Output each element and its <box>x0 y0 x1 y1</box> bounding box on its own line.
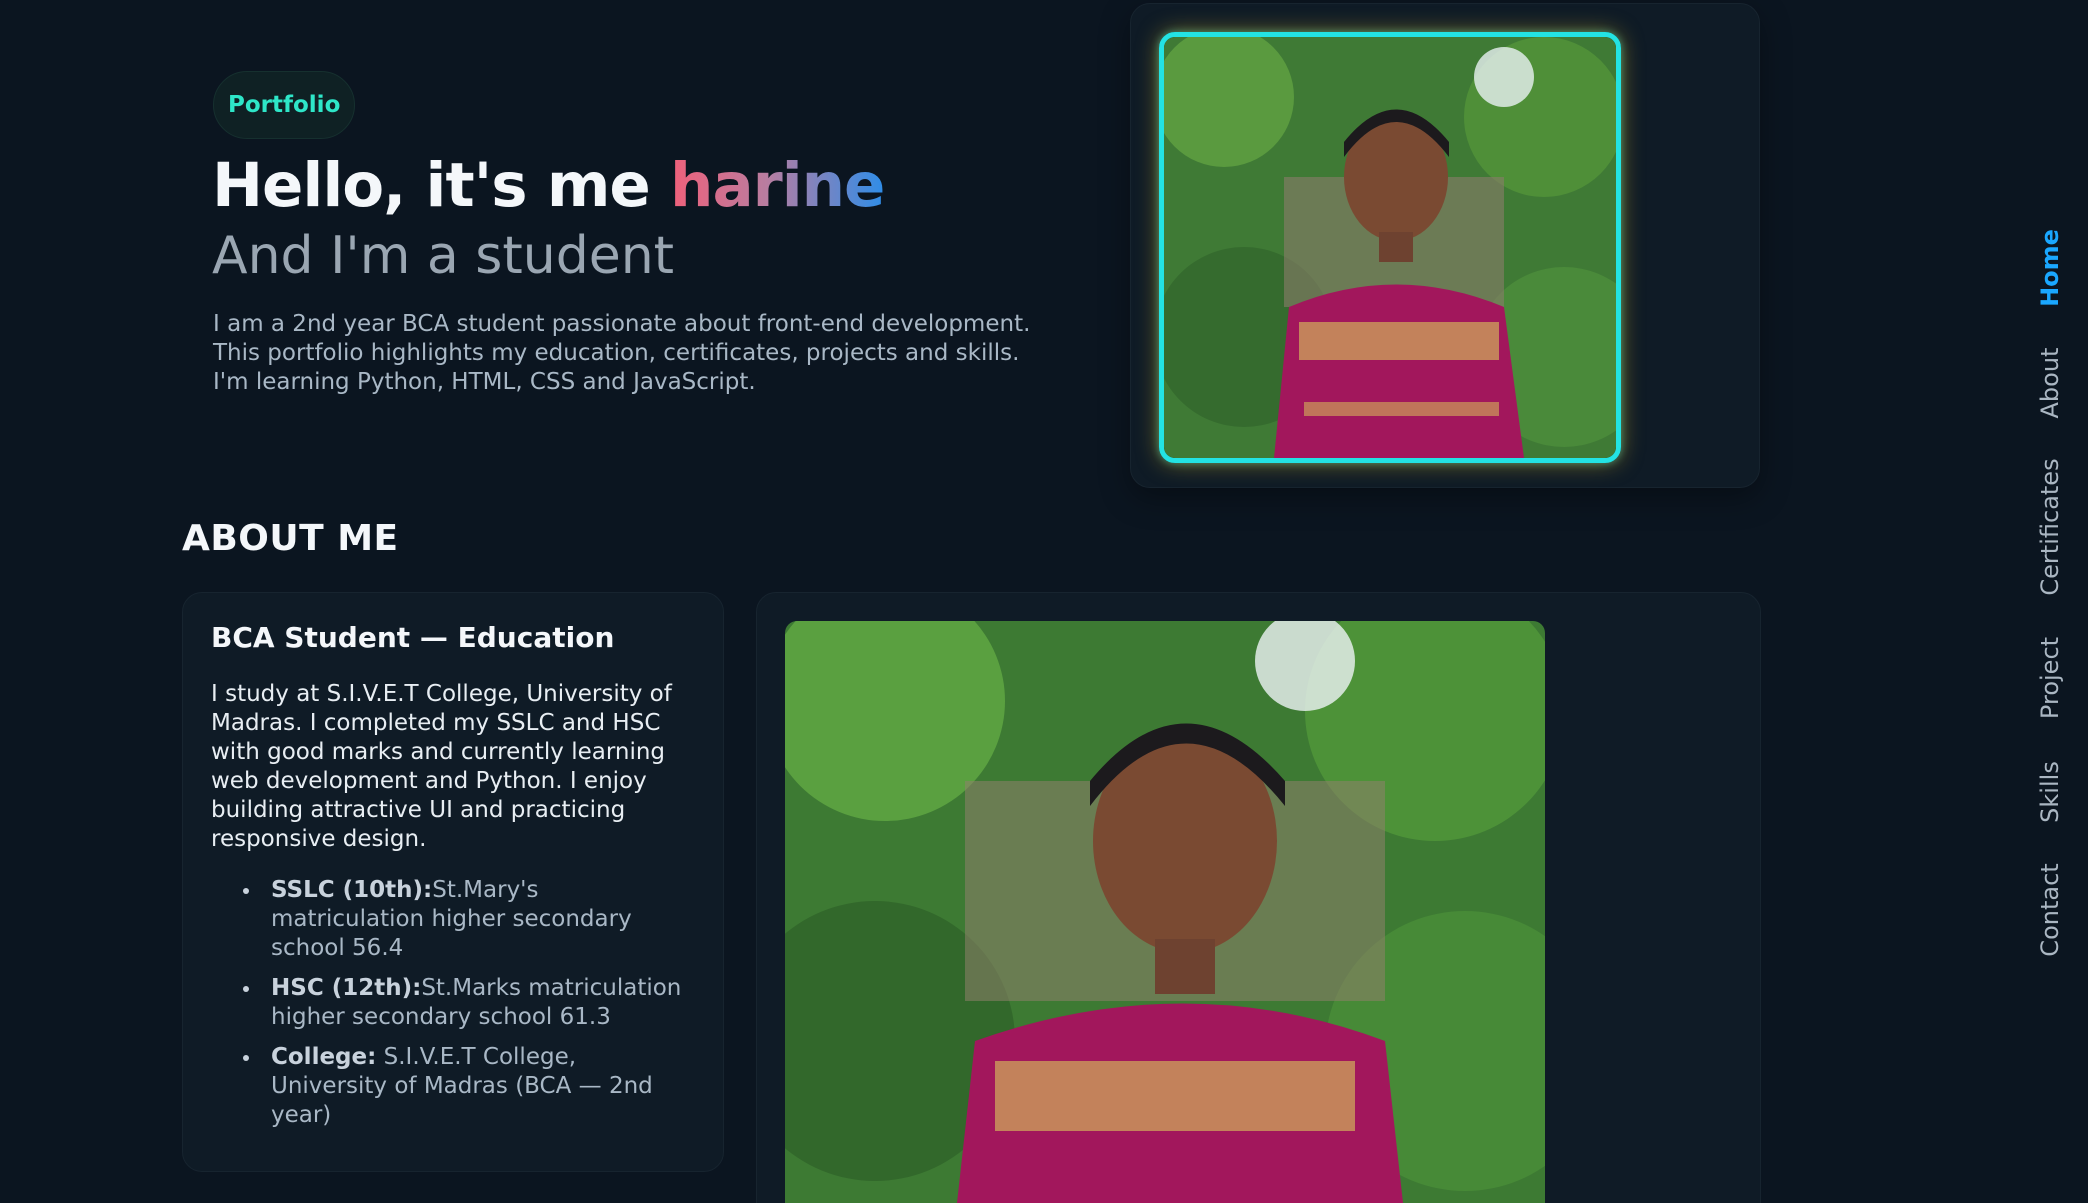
profile-photo-card <box>1130 3 1760 488</box>
hero-description: I am a 2nd year BCA student passionate a… <box>213 311 1031 395</box>
education-list: SSLC (10th):St.Mary's matriculation high… <box>211 876 695 1130</box>
about-photo <box>785 621 1545 1203</box>
education-card: BCA Student — Education I study at S.I.V… <box>182 592 724 1172</box>
education-item-label: SSLC (10th): <box>271 877 433 903</box>
nav-about[interactable]: About <box>2036 348 2064 419</box>
hero-title-prefix: Hello, it's me <box>212 150 671 221</box>
hero-name: harine <box>670 150 885 221</box>
education-item-label: HSC (12th): <box>271 975 422 1001</box>
portfolio-badge: Portfolio <box>213 71 356 139</box>
education-item-hsc: HSC (12th):St.Marks matriculation higher… <box>243 974 695 1032</box>
nav-home[interactable]: Home <box>2036 229 2064 307</box>
education-card-title: BCA Student — Education <box>211 621 615 654</box>
about-heading: ABOUT ME <box>182 518 399 559</box>
about-photo-card <box>756 592 1761 1203</box>
education-item-college: College: S.I.V.E.T College, University o… <box>243 1043 695 1130</box>
hero-title: Hello, it's me harine <box>212 150 885 221</box>
education-item-sslc: SSLC (10th):St.Mary's matriculation high… <box>243 876 695 963</box>
portfolio-page: Portfolio Hello, it's me harine And I'm … <box>0 0 2088 1203</box>
profile-photo-image <box>1164 37 1616 458</box>
hero-subtitle: And I'm a student <box>212 226 675 286</box>
nav-certificates[interactable]: Certificates <box>2036 458 2064 595</box>
side-nav: Home About Certificates Project Skills C… <box>2028 0 2072 1203</box>
education-description: I study at S.I.V.E.T College, University… <box>211 681 672 852</box>
nav-project[interactable]: Project <box>2036 637 2064 719</box>
about-photo-image <box>785 621 1545 1203</box>
nav-skills[interactable]: Skills <box>2036 761 2064 823</box>
profile-photo <box>1159 32 1621 463</box>
nav-contact[interactable]: Contact <box>2036 863 2064 956</box>
education-item-label: College: <box>271 1044 377 1070</box>
